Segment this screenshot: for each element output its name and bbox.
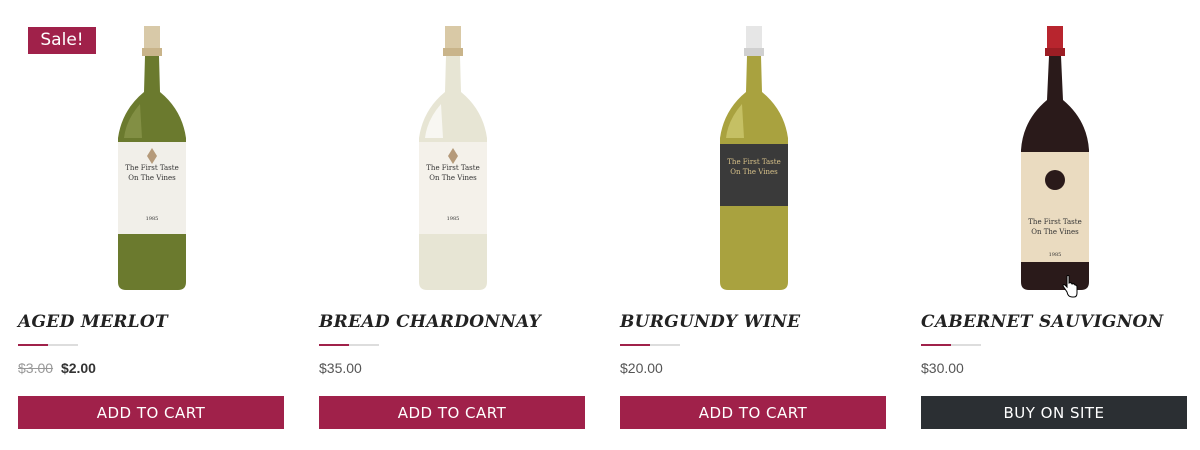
add-to-cart-button[interactable]: ADD TO CART (319, 396, 585, 429)
product-card: The First Taste On The Vines 1985 CABERN… (921, 0, 1188, 450)
bottle-label-year: 1985 (145, 216, 158, 222)
product-title[interactable]: BREAD CHARDONNAY (319, 312, 541, 332)
title-divider (18, 344, 78, 346)
title-divider (921, 344, 981, 346)
product-image[interactable]: The First Taste On The Vines 1985 (18, 20, 285, 295)
product-price: $3.00 $2.00 (18, 360, 96, 376)
regular-price: $20.00 (620, 360, 663, 376)
wine-bottle-image: The First Taste On The Vines 1985 (117, 26, 186, 290)
bottle-label-line1: The First Taste (1028, 218, 1081, 226)
product-price: $30.00 (921, 360, 964, 376)
bottle-label-year: 1985 (446, 216, 459, 222)
product-title[interactable]: CABERNET SAUVIGNON (921, 312, 1163, 332)
regular-price: $30.00 (921, 360, 964, 376)
product-title[interactable]: AGED MERLOT (18, 312, 168, 332)
original-price: $3.00 (18, 360, 54, 376)
product-image[interactable]: The First Taste On The Vines 1985 (319, 20, 586, 295)
title-divider (620, 344, 680, 346)
bottle-label-line1: The First Taste (125, 164, 178, 172)
product-image[interactable]: The First Taste On The Vines 1985 (921, 20, 1188, 295)
product-card: The First Taste On The Vines BURGUNDY WI… (620, 0, 887, 450)
wine-bottle-image: The First Taste On The Vines (719, 26, 788, 290)
product-title[interactable]: BURGUNDY WINE (620, 312, 800, 332)
bottle-label-line2: On The Vines (429, 174, 477, 182)
regular-price: $35.00 (319, 360, 362, 376)
wine-bottle-image: The First Taste On The Vines 1985 (418, 26, 487, 290)
title-divider (319, 344, 379, 346)
bottle-label-line2: On The Vines (1031, 228, 1079, 236)
sale-price: $2.00 (60, 360, 96, 376)
add-to-cart-button[interactable]: ADD TO CART (18, 396, 284, 429)
hand-pointer-icon (1062, 275, 1078, 298)
product-image[interactable]: The First Taste On The Vines (620, 20, 887, 295)
product-grid: Sale! The First Taste On The Vines 1985 … (0, 0, 1200, 450)
product-card: Sale! The First Taste On The Vines 1985 … (18, 0, 285, 450)
add-to-cart-button[interactable]: ADD TO CART (620, 396, 886, 429)
product-card: The First Taste On The Vines 1985 BREAD … (319, 0, 586, 450)
buy-on-site-button[interactable]: BUY ON SITE (921, 396, 1187, 429)
bottle-label-line1: The First Taste (727, 158, 780, 166)
product-price: $20.00 (620, 360, 663, 376)
bottle-label-line2: On The Vines (730, 168, 778, 176)
product-price: $35.00 (319, 360, 362, 376)
wine-bottle-image: The First Taste On The Vines 1985 (1020, 26, 1089, 290)
bottle-label-line2: On The Vines (128, 174, 176, 182)
bottle-label-year: 1985 (1048, 252, 1061, 258)
bottle-label-line1: The First Taste (426, 164, 479, 172)
